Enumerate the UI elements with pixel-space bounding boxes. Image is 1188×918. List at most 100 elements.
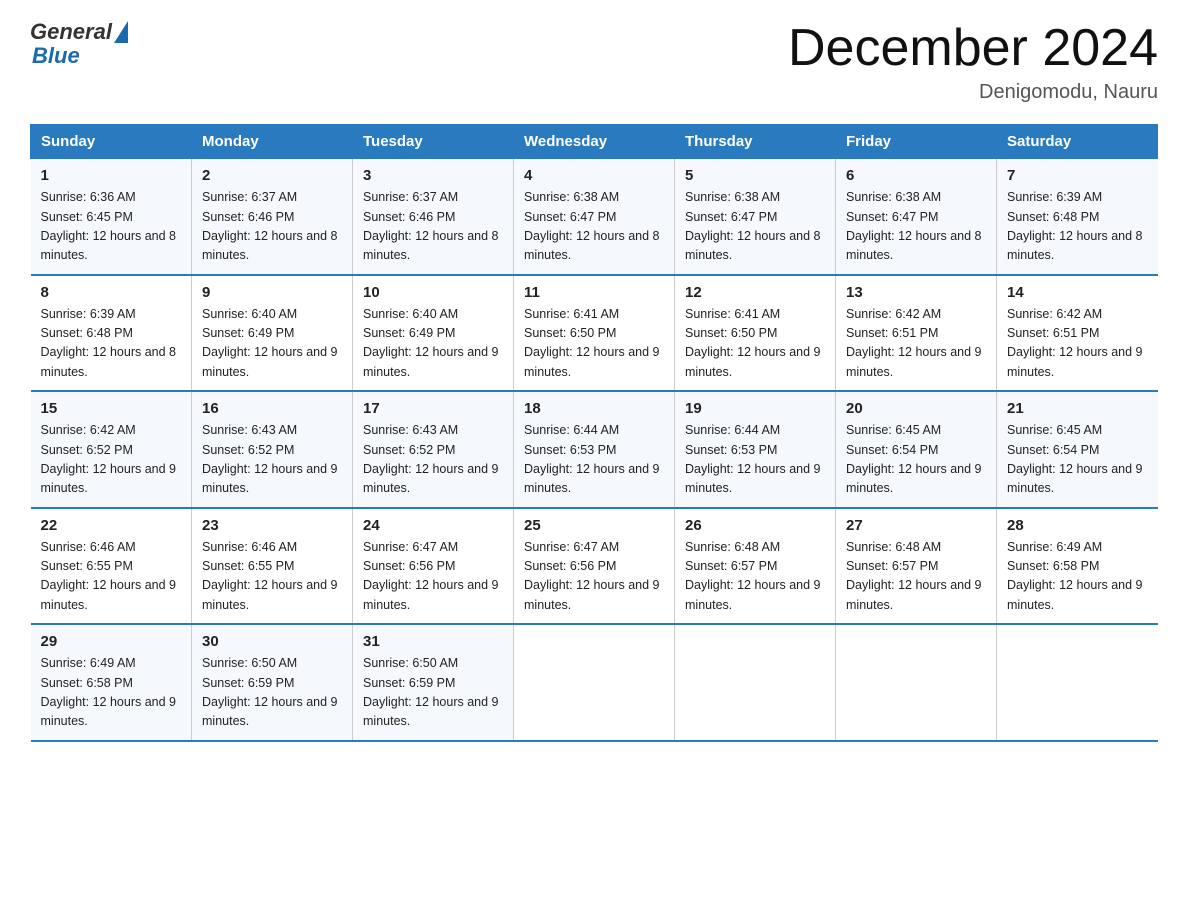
calendar-header-row: Sunday Monday Tuesday Wednesday Thursday… [31,125,1158,159]
table-row: 9 Sunrise: 6:40 AMSunset: 6:49 PMDayligh… [192,275,353,392]
day-info: Sunrise: 6:50 AMSunset: 6:59 PMDaylight:… [363,654,503,732]
day-info: Sunrise: 6:43 AMSunset: 6:52 PMDaylight:… [363,421,503,499]
table-row: 25 Sunrise: 6:47 AMSunset: 6:56 PMDaylig… [514,508,675,625]
day-info: Sunrise: 6:49 AMSunset: 6:58 PMDaylight:… [1007,538,1148,616]
day-number: 5 [685,167,825,184]
day-info: Sunrise: 6:45 AMSunset: 6:54 PMDaylight:… [846,421,986,499]
day-number: 8 [41,284,182,301]
day-info: Sunrise: 6:48 AMSunset: 6:57 PMDaylight:… [685,538,825,616]
table-row: 8 Sunrise: 6:39 AMSunset: 6:48 PMDayligh… [31,275,192,392]
day-info: Sunrise: 6:39 AMSunset: 6:48 PMDaylight:… [1007,188,1148,266]
table-row: 23 Sunrise: 6:46 AMSunset: 6:55 PMDaylig… [192,508,353,625]
calendar-table: Sunday Monday Tuesday Wednesday Thursday… [30,124,1158,742]
day-number: 25 [524,517,664,534]
table-row: 22 Sunrise: 6:46 AMSunset: 6:55 PMDaylig… [31,508,192,625]
table-row: 28 Sunrise: 6:49 AMSunset: 6:58 PMDaylig… [997,508,1158,625]
day-number: 2 [202,167,342,184]
table-row: 5 Sunrise: 6:38 AMSunset: 6:47 PMDayligh… [675,159,836,275]
month-title: December 2024 [788,20,1158,77]
day-number: 28 [1007,517,1148,534]
day-info: Sunrise: 6:42 AMSunset: 6:52 PMDaylight:… [41,421,182,499]
day-number: 11 [524,284,664,301]
col-thursday: Thursday [675,125,836,159]
table-row: 11 Sunrise: 6:41 AMSunset: 6:50 PMDaylig… [514,275,675,392]
day-info: Sunrise: 6:41 AMSunset: 6:50 PMDaylight:… [524,305,664,383]
day-number: 12 [685,284,825,301]
table-row: 16 Sunrise: 6:43 AMSunset: 6:52 PMDaylig… [192,391,353,508]
calendar-week-row: 15 Sunrise: 6:42 AMSunset: 6:52 PMDaylig… [31,391,1158,508]
day-number: 16 [202,400,342,417]
day-number: 22 [41,517,182,534]
day-info: Sunrise: 6:38 AMSunset: 6:47 PMDaylight:… [524,188,664,266]
day-info: Sunrise: 6:49 AMSunset: 6:58 PMDaylight:… [41,654,182,732]
page-header: General Blue December 2024 Denigomodu, N… [30,20,1158,104]
table-row: 27 Sunrise: 6:48 AMSunset: 6:57 PMDaylig… [836,508,997,625]
day-number: 23 [202,517,342,534]
day-number: 21 [1007,400,1148,417]
col-sunday: Sunday [31,125,192,159]
table-row: 10 Sunrise: 6:40 AMSunset: 6:49 PMDaylig… [353,275,514,392]
day-number: 17 [363,400,503,417]
day-info: Sunrise: 6:45 AMSunset: 6:54 PMDaylight:… [1007,421,1148,499]
table-row: 12 Sunrise: 6:41 AMSunset: 6:50 PMDaylig… [675,275,836,392]
location-title: Denigomodu, Nauru [788,81,1158,104]
day-number: 6 [846,167,986,184]
day-number: 9 [202,284,342,301]
col-wednesday: Wednesday [514,125,675,159]
day-number: 26 [685,517,825,534]
table-row: 17 Sunrise: 6:43 AMSunset: 6:52 PMDaylig… [353,391,514,508]
table-row [836,624,997,741]
day-info: Sunrise: 6:48 AMSunset: 6:57 PMDaylight:… [846,538,986,616]
day-info: Sunrise: 6:46 AMSunset: 6:55 PMDaylight:… [202,538,342,616]
day-info: Sunrise: 6:47 AMSunset: 6:56 PMDaylight:… [524,538,664,616]
day-number: 13 [846,284,986,301]
day-number: 14 [1007,284,1148,301]
col-monday: Monday [192,125,353,159]
calendar-week-row: 8 Sunrise: 6:39 AMSunset: 6:48 PMDayligh… [31,275,1158,392]
table-row: 31 Sunrise: 6:50 AMSunset: 6:59 PMDaylig… [353,624,514,741]
day-info: Sunrise: 6:40 AMSunset: 6:49 PMDaylight:… [202,305,342,383]
table-row [514,624,675,741]
calendar-week-row: 1 Sunrise: 6:36 AMSunset: 6:45 PMDayligh… [31,159,1158,275]
day-number: 27 [846,517,986,534]
logo-general: General [30,20,112,44]
day-number: 20 [846,400,986,417]
table-row: 18 Sunrise: 6:44 AMSunset: 6:53 PMDaylig… [514,391,675,508]
col-friday: Friday [836,125,997,159]
table-row: 13 Sunrise: 6:42 AMSunset: 6:51 PMDaylig… [836,275,997,392]
logo: General Blue [30,20,128,68]
day-number: 19 [685,400,825,417]
table-row: 24 Sunrise: 6:47 AMSunset: 6:56 PMDaylig… [353,508,514,625]
day-number: 24 [363,517,503,534]
day-info: Sunrise: 6:36 AMSunset: 6:45 PMDaylight:… [41,188,182,266]
day-info: Sunrise: 6:40 AMSunset: 6:49 PMDaylight:… [363,305,503,383]
day-info: Sunrise: 6:43 AMSunset: 6:52 PMDaylight:… [202,421,342,499]
day-number: 3 [363,167,503,184]
table-row [675,624,836,741]
day-info: Sunrise: 6:46 AMSunset: 6:55 PMDaylight:… [41,538,182,616]
table-row: 2 Sunrise: 6:37 AMSunset: 6:46 PMDayligh… [192,159,353,275]
table-row: 7 Sunrise: 6:39 AMSunset: 6:48 PMDayligh… [997,159,1158,275]
day-info: Sunrise: 6:39 AMSunset: 6:48 PMDaylight:… [41,305,182,383]
day-info: Sunrise: 6:44 AMSunset: 6:53 PMDaylight:… [685,421,825,499]
day-info: Sunrise: 6:38 AMSunset: 6:47 PMDaylight:… [846,188,986,266]
day-info: Sunrise: 6:37 AMSunset: 6:46 PMDaylight:… [363,188,503,266]
day-info: Sunrise: 6:37 AMSunset: 6:46 PMDaylight:… [202,188,342,266]
day-info: Sunrise: 6:42 AMSunset: 6:51 PMDaylight:… [846,305,986,383]
table-row: 15 Sunrise: 6:42 AMSunset: 6:52 PMDaylig… [31,391,192,508]
table-row: 1 Sunrise: 6:36 AMSunset: 6:45 PMDayligh… [31,159,192,275]
table-row: 30 Sunrise: 6:50 AMSunset: 6:59 PMDaylig… [192,624,353,741]
calendar-week-row: 22 Sunrise: 6:46 AMSunset: 6:55 PMDaylig… [31,508,1158,625]
day-number: 7 [1007,167,1148,184]
day-number: 30 [202,633,342,650]
day-info: Sunrise: 6:47 AMSunset: 6:56 PMDaylight:… [363,538,503,616]
day-number: 18 [524,400,664,417]
table-row: 29 Sunrise: 6:49 AMSunset: 6:58 PMDaylig… [31,624,192,741]
day-number: 1 [41,167,182,184]
table-row: 14 Sunrise: 6:42 AMSunset: 6:51 PMDaylig… [997,275,1158,392]
logo-blue: Blue [32,44,80,68]
day-info: Sunrise: 6:41 AMSunset: 6:50 PMDaylight:… [685,305,825,383]
day-number: 4 [524,167,664,184]
table-row: 21 Sunrise: 6:45 AMSunset: 6:54 PMDaylig… [997,391,1158,508]
calendar-week-row: 29 Sunrise: 6:49 AMSunset: 6:58 PMDaylig… [31,624,1158,741]
